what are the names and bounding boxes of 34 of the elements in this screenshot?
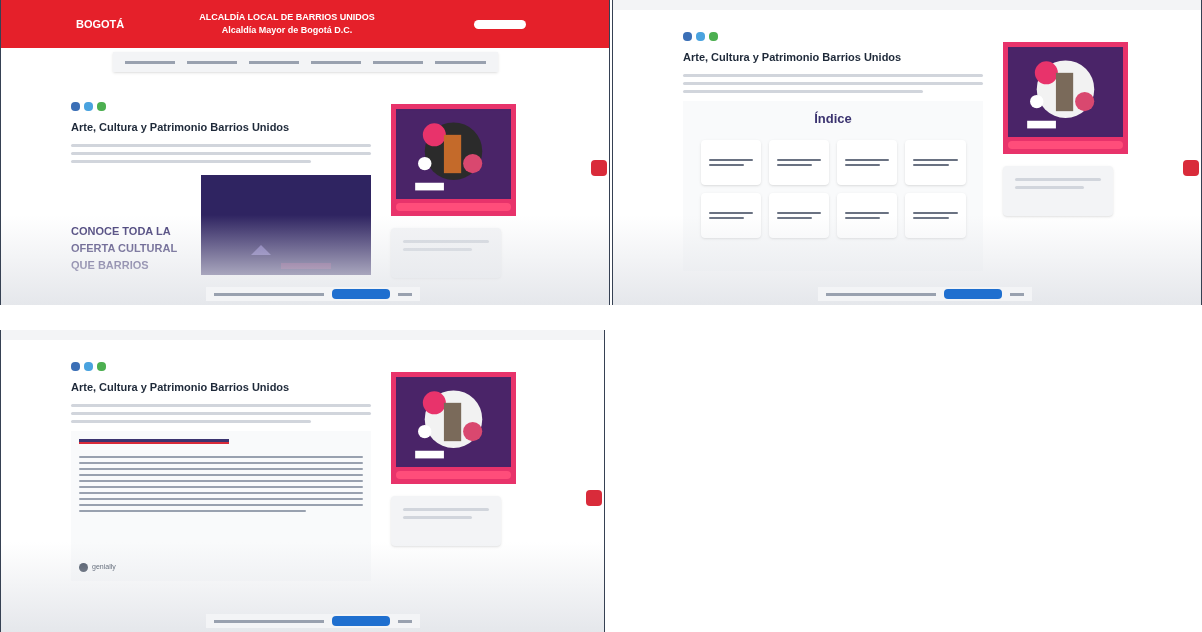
banner-text: QUE BARRIOS xyxy=(71,257,150,273)
search-field[interactable] xyxy=(473,19,526,29)
index-card[interactable] xyxy=(837,193,898,238)
blurred-text xyxy=(776,212,821,219)
index-card[interactable] xyxy=(700,140,761,185)
page-title: Arte, Cultura y Patrimonio Barrios Unidos xyxy=(683,50,903,65)
poster-card[interactable] xyxy=(391,372,516,484)
index-card[interactable] xyxy=(768,193,829,238)
index-title: Índice xyxy=(814,109,852,128)
index-card[interactable] xyxy=(700,193,761,238)
banner-text: CONOCE TODA LA xyxy=(71,223,172,239)
index-card[interactable] xyxy=(905,193,966,238)
poster-card[interactable] xyxy=(1003,42,1128,154)
page-title: Arte, Cultura y Patrimonio Barrios Unidos xyxy=(71,380,291,395)
index-card[interactable] xyxy=(768,140,829,185)
side-tab[interactable] xyxy=(591,160,607,176)
blurred-text xyxy=(708,212,753,219)
banner-text: OFERTA CULTURAL xyxy=(71,240,179,256)
blurred-text xyxy=(913,212,958,219)
blurred-text xyxy=(913,159,958,166)
poster-card[interactable] xyxy=(391,104,516,216)
logo[interactable]: BOGOTÁ xyxy=(76,15,125,33)
brand-icon xyxy=(79,562,88,572)
blurred-text xyxy=(708,159,753,166)
page-title: Arte, Cultura y Patrimonio Barrios Unidos xyxy=(71,120,291,135)
header-subtitle: Alcaldía Mayor de Bogotá D.C. xyxy=(221,24,353,37)
blurred-text xyxy=(845,212,890,219)
blurred-text xyxy=(845,159,890,166)
index-card[interactable] xyxy=(837,140,898,185)
header-title: ALCALDÍA LOCAL DE BARRIOS UNIDOS xyxy=(199,10,375,24)
side-tab[interactable] xyxy=(586,490,602,506)
blurred-text xyxy=(776,159,821,166)
index-card[interactable] xyxy=(905,140,966,185)
side-tab[interactable] xyxy=(1183,160,1199,176)
